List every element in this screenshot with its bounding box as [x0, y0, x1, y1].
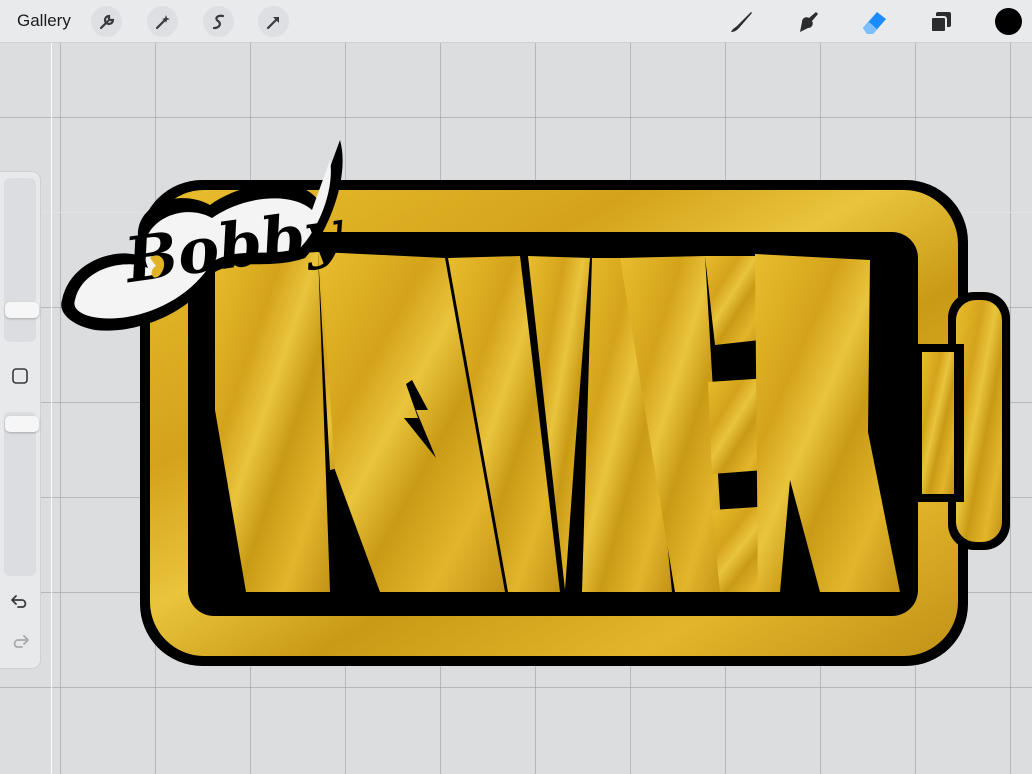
brush-icon[interactable]	[724, 5, 758, 39]
eraser-icon[interactable]	[857, 5, 891, 39]
opacity-thumb[interactable]	[5, 416, 39, 432]
layers-icon[interactable]	[924, 5, 958, 39]
brush-size-thumb[interactable]	[5, 302, 39, 318]
smudge-icon[interactable]	[791, 5, 825, 39]
transform-arrow-icon[interactable]	[258, 6, 289, 37]
undo-icon[interactable]	[8, 590, 32, 614]
magic-wand-icon[interactable]	[147, 6, 178, 37]
wrench-icon[interactable]	[91, 6, 122, 37]
square-icon[interactable]	[8, 364, 32, 388]
artwork: Bobby	[61, 140, 1010, 666]
color-picker-button[interactable]	[995, 8, 1022, 35]
top-toolbar: Gallery	[0, 0, 1032, 43]
redo-icon[interactable]	[8, 630, 32, 654]
opacity-slider[interactable]	[4, 412, 39, 576]
selection-icon[interactable]	[203, 6, 234, 37]
gallery-button[interactable]: Gallery	[17, 11, 71, 31]
left-sidebar	[0, 172, 40, 668]
brush-size-slider[interactable]	[4, 178, 39, 342]
